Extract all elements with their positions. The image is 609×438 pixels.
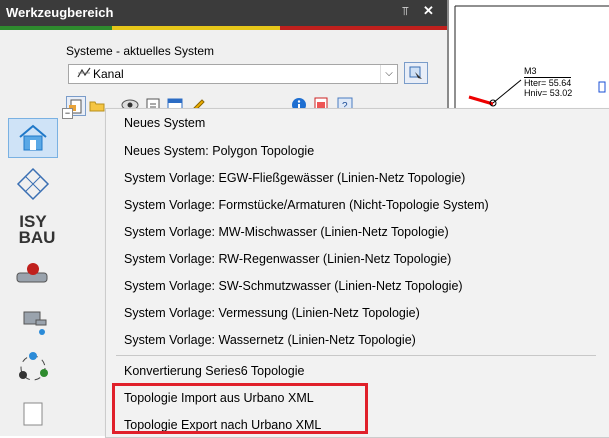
pick-system-button[interactable] (404, 62, 428, 84)
tree-expand-toggle[interactable]: − (62, 108, 73, 119)
node-label: M3 (524, 66, 537, 76)
node-hter: Hter= 55.64 (524, 77, 572, 88)
tool-panel-header: Werkzeugbereich ⫪ ✕ (0, 0, 447, 26)
kanal-system-icon (77, 67, 91, 82)
close-icon[interactable]: ✕ (423, 3, 434, 19)
water-tap-icon[interactable] (8, 302, 58, 342)
brand-line2: BAU (18, 228, 56, 247)
isybau-logo[interactable]: ISY BAU (8, 210, 58, 250)
menu-item-template-formstuecke[interactable]: System Vorlage: Formstücke/Armaturen (Ni… (124, 195, 489, 215)
menu-item-template-wassernetz[interactable]: System Vorlage: Wassernetz (Linien-Netz … (124, 330, 416, 350)
pin-icon[interactable]: ⫪ (402, 4, 409, 19)
pipe-valve-icon[interactable] (8, 256, 58, 296)
menu-item-template-vermessung[interactable]: System Vorlage: Vermessung (Linien-Netz … (124, 303, 420, 323)
highlight-box (112, 383, 368, 434)
menu-separator (116, 355, 596, 356)
system-select-value: Kanal (93, 67, 124, 81)
menu-item-new-system[interactable]: Neues System (124, 113, 205, 133)
menu-item-new-polygon-system[interactable]: Neues System: Polygon Topologie (124, 141, 314, 161)
systems-label: Systeme - aktuelles System (66, 44, 215, 58)
menu-item-template-egw[interactable]: System Vorlage: EGW-Fließgewässer (Linie… (124, 168, 465, 188)
menu-item-template-rw[interactable]: System Vorlage: RW-Regenwasser (Linien-N… (124, 249, 451, 269)
menu-item-template-mw[interactable]: System Vorlage: MW-Mischwasser (Linien-N… (124, 222, 449, 242)
cycle-icon[interactable] (8, 348, 58, 388)
node-hniv: Hniv= 53.02 (524, 88, 573, 98)
left-sidebar: ISY BAU (8, 118, 60, 436)
drawing-canvas[interactable]: M3 Hter= 55.64 Hniv= 53.02 (449, 0, 609, 110)
document-icon[interactable] (8, 394, 58, 434)
chevron-down-icon[interactable]: ⌵ (380, 65, 397, 83)
menu-item-convert-series6[interactable]: Konvertierung Series6 Topologie (124, 361, 304, 381)
panel-title: Werkzeugbereich (6, 5, 114, 20)
house-icon[interactable] (8, 118, 58, 158)
menu-item-template-sw[interactable]: System Vorlage: SW-Schmutzwasser (Linien… (124, 276, 463, 296)
system-select[interactable]: Kanal ⌵ (68, 64, 398, 84)
network-diamond-icon[interactable] (8, 164, 58, 204)
